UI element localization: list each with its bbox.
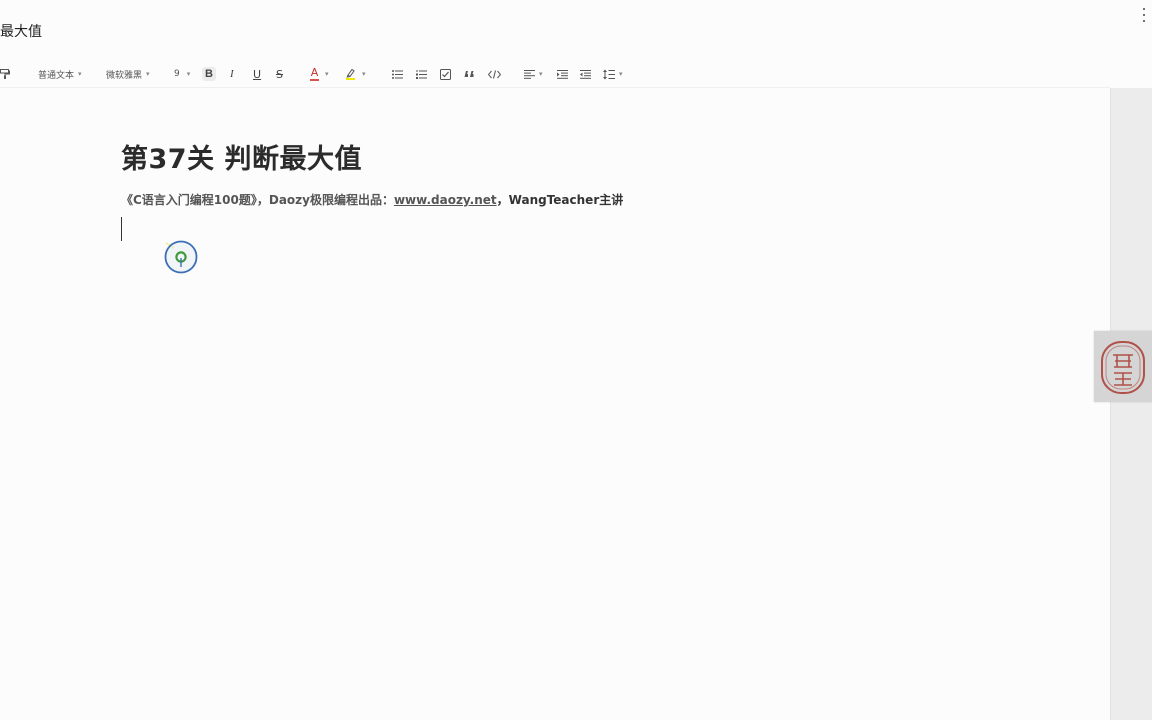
font-size-value: 9 <box>174 69 180 79</box>
italic-icon: I <box>230 68 234 80</box>
more-options-button[interactable] <box>1140 6 1148 24</box>
italic-button[interactable]: I <box>230 62 234 86</box>
document-subtitle[interactable]: 《C语言入门编程100题》，Daozy极限编程出品：www.daozy.net，… <box>121 191 623 208</box>
font-color-icon: A <box>310 65 319 81</box>
font-family-value: 微软雅黑 <box>106 70 143 81</box>
chevron-down-icon: ▾ <box>539 70 543 78</box>
numbered-list-icon <box>416 69 427 79</box>
text-cursor <box>121 217 122 241</box>
more-dot-icon <box>1143 14 1145 16</box>
align-left-icon <box>524 69 535 79</box>
font-family-select[interactable]: 微软雅黑 ▾ <box>106 62 150 86</box>
chevron-down-icon: ▾ <box>362 70 366 78</box>
font-size-select[interactable]: 9 ▾ <box>174 62 190 86</box>
highlighter-icon <box>346 68 355 80</box>
font-color-button[interactable]: A ▾ <box>310 62 329 86</box>
outdent-icon <box>580 69 591 79</box>
bullet-list-button[interactable] <box>392 62 403 86</box>
bold-icon: B <box>202 67 216 81</box>
align-select[interactable]: ▾ <box>524 62 543 86</box>
line-height-select[interactable]: ▾ <box>603 62 623 86</box>
editor-app: 断最大值 普通文本 ▾ 微软雅黑 ▾ 9 ▾ B <box>0 0 1152 720</box>
quote-icon <box>464 71 474 77</box>
seal-stamp-watermark <box>1094 331 1152 402</box>
bold-button[interactable]: B <box>202 62 216 86</box>
website-link[interactable]: www.daozy.net <box>394 193 497 207</box>
indent-button[interactable] <box>557 62 568 86</box>
format-painter-icon <box>0 69 10 79</box>
document-editor[interactable]: 第37关 判断最大值 《C语言入门编程100题》，Daozy极限编程出品：www… <box>0 88 1110 720</box>
more-dot-icon <box>1143 20 1145 22</box>
document-heading[interactable]: 第37关 判断最大值 <box>121 137 362 176</box>
underline-button[interactable]: U <box>253 62 261 86</box>
checkbox-icon <box>440 68 451 80</box>
blockquote-button[interactable] <box>464 62 475 86</box>
chevron-down-icon: ▾ <box>325 70 329 78</box>
task-list-button[interactable] <box>440 62 451 86</box>
subtitle-suffix: WangTeacher主讲 <box>508 193 624 207</box>
outdent-button[interactable] <box>580 62 591 86</box>
line-height-icon <box>603 69 615 79</box>
mouse-click-indicator-icon <box>164 240 198 274</box>
highlight-color-button[interactable]: ▾ <box>345 62 366 86</box>
subtitle-prefix: 《C语言入门编程100题》，Daozy极限编程出品： <box>121 193 394 207</box>
code-button[interactable] <box>488 62 501 86</box>
paragraph-style-value: 普通文本 <box>38 70 75 81</box>
chevron-down-icon: ▾ <box>78 70 82 78</box>
numbered-list-button[interactable] <box>416 62 427 86</box>
strikethrough-button[interactable]: S <box>276 62 283 86</box>
document-header: 断最大值 <box>0 0 1152 60</box>
bullet-list-icon <box>392 69 403 79</box>
code-icon <box>488 69 501 79</box>
formatting-toolbar: 普通文本 ▾ 微软雅黑 ▾ 9 ▾ B I U S A ▾ ▾ ▾ ▾ <box>0 62 1110 86</box>
right-side-panel <box>1110 88 1152 720</box>
indent-icon <box>557 69 568 79</box>
strikethrough-icon: S <box>276 67 283 81</box>
chevron-down-icon: ▾ <box>146 70 150 78</box>
subtitle-separator: ， <box>496 193 509 207</box>
format-painter-button[interactable] <box>0 62 10 86</box>
chevron-down-icon: ▾ <box>619 70 623 78</box>
underline-icon: U <box>253 67 262 81</box>
more-dot-icon <box>1143 8 1145 10</box>
chevron-down-icon: ▾ <box>186 70 191 78</box>
seal-stamp-icon <box>1101 340 1145 394</box>
document-title[interactable]: 断最大值 <box>0 21 42 41</box>
paragraph-style-select[interactable]: 普通文本 ▾ <box>38 62 82 86</box>
